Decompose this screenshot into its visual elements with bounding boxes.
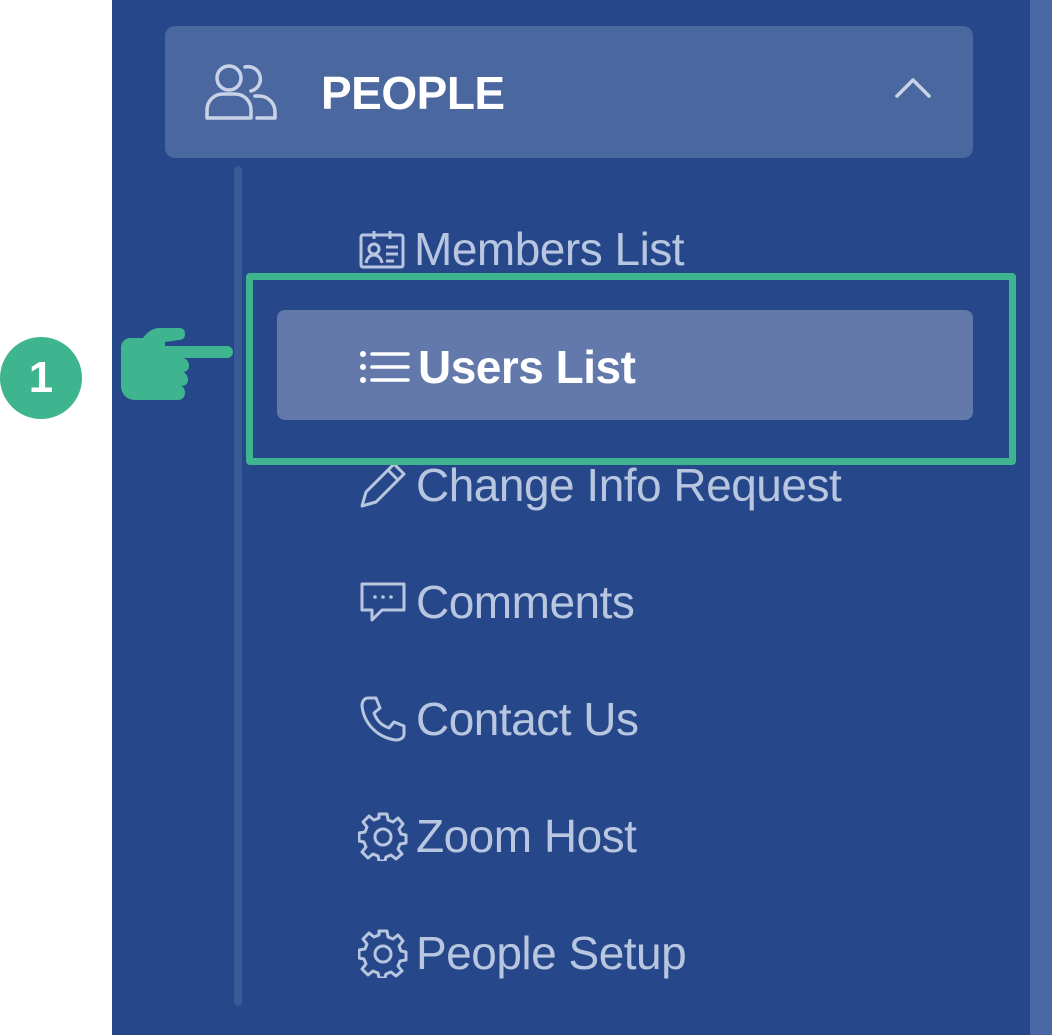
- sidebar-item-label: Zoom Host: [416, 810, 637, 862]
- pencil-icon: [358, 460, 408, 510]
- gear-icon: [358, 811, 408, 861]
- people-group-header[interactable]: PEOPLE: [165, 26, 973, 158]
- sidebar-item-zoom-host[interactable]: Zoom Host: [358, 801, 637, 871]
- tree-guide-line: [234, 166, 242, 1006]
- sidebar-item-contact-us[interactable]: Contact Us: [358, 684, 639, 754]
- sidebar-item-label: Contact Us: [416, 693, 639, 745]
- id-card-icon: [358, 227, 406, 271]
- sidebar-item-label: Members List: [414, 223, 685, 275]
- sidebar-item-people-setup[interactable]: People Setup: [358, 918, 687, 988]
- sidebar-item-label: Comments: [416, 576, 635, 628]
- step-number-badge: 1: [0, 337, 82, 419]
- highlight-box: [246, 273, 1016, 465]
- sidebar-item-label: People Setup: [416, 927, 687, 979]
- sidebar-item-comments[interactable]: Comments: [358, 567, 635, 637]
- comment-icon: [358, 580, 408, 624]
- content-edge: [1030, 0, 1052, 1035]
- phone-icon: [358, 694, 408, 744]
- gear-icon: [358, 928, 408, 978]
- chevron-up-icon[interactable]: [895, 76, 931, 103]
- people-icon: [203, 62, 281, 127]
- sidebar-item-label: Change Info Request: [416, 459, 842, 511]
- pointing-hand-icon: [113, 326, 233, 411]
- people-group-label: PEOPLE: [321, 67, 505, 119]
